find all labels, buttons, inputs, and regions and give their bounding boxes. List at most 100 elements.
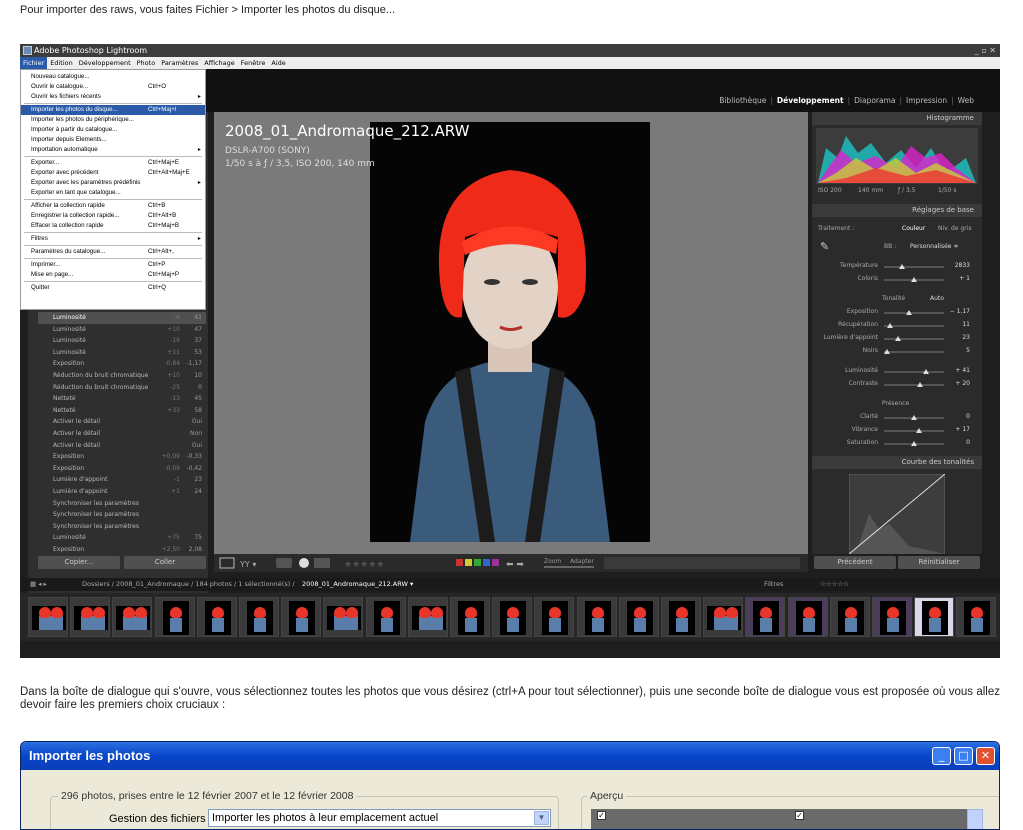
slider-track[interactable] (884, 384, 944, 386)
slider-knob[interactable] (917, 382, 923, 387)
basic-header[interactable]: Réglages de base (812, 204, 982, 217)
filmstrip-thumbnail[interactable] (28, 597, 68, 637)
menu-0[interactable]: Fichier (20, 57, 48, 69)
preview-checkbox[interactable]: ✓ (795, 811, 804, 820)
preview-checkbox[interactable]: ✓ (597, 811, 606, 820)
filmstrip-thumbnail[interactable] (239, 597, 279, 637)
module-4[interactable]: Web (954, 96, 978, 105)
history-item[interactable]: Luminosité +10 47 (38, 324, 206, 336)
filmstrip-thumbnail[interactable] (576, 597, 617, 637)
file-menu-item[interactable]: Quitter Ctrl+Q (21, 283, 205, 293)
grid-icon[interactable]: ▦ ◂ ▸ (30, 578, 47, 591)
filter-stars[interactable]: ☆☆☆☆☆ (820, 578, 849, 591)
module-3[interactable]: Impression (902, 96, 951, 105)
file-menu-item[interactable]: Mise en page... Ctrl+Maj+P (21, 270, 205, 280)
slider-knob[interactable] (923, 369, 929, 374)
filmstrip-thumbnail[interactable] (534, 597, 575, 637)
module-1[interactable]: Développement (773, 96, 848, 105)
history-item[interactable]: Luminosité +11 53 (38, 347, 206, 359)
filmstrip-thumbnail[interactable] (112, 597, 153, 637)
label-red[interactable] (456, 559, 463, 566)
menu-3[interactable]: Photo (134, 57, 159, 69)
menu-1[interactable]: Edition (47, 57, 76, 69)
filmstrip-thumbnail[interactable] (196, 597, 237, 637)
file-menu-item[interactable]: Exporter avec précédent Ctrl+Alt+Maj+E (21, 168, 205, 178)
history-item[interactable]: Luminosité -6 41 (38, 312, 206, 324)
module-0[interactable]: Bibliothèque (715, 96, 770, 105)
module-2[interactable]: Diaporama (850, 96, 899, 105)
history-item[interactable]: Netteté +33 58 (38, 405, 206, 417)
slider-knob[interactable] (911, 415, 917, 420)
filmstrip-thumbnail[interactable] (492, 597, 533, 637)
history-item[interactable]: Lumière d'appoint -1 23 (38, 474, 206, 486)
file-menu-item[interactable]: Exporter en tant que catalogue... (21, 188, 205, 198)
filmstrip-thumbnail[interactable] (618, 597, 659, 637)
history-item[interactable]: Exposition -0,09 -0,42 (38, 463, 206, 475)
zoom-slider[interactable] (544, 566, 594, 568)
file-menu-item[interactable]: Exporter avec les paramètres prédéfinis ▸ (21, 178, 205, 188)
slider-knob[interactable] (911, 441, 917, 446)
filmstrip-thumbnail[interactable] (829, 597, 870, 637)
history-item[interactable]: Exposition +0,09 -0,33 (38, 451, 206, 463)
history-item[interactable]: Exposition +2,50 2,08 (38, 544, 206, 556)
file-menu-item[interactable]: Importer les photos du périphérique... (21, 115, 205, 125)
label-yellow[interactable] (465, 559, 472, 566)
preview-scrollbar[interactable] (967, 809, 983, 829)
rating-stars[interactable]: ★★★★★ (344, 560, 384, 570)
slider-track[interactable] (884, 338, 944, 340)
file-menu-item[interactable]: Nouveau catalogue... (21, 72, 205, 82)
filmstrip-thumbnail[interactable] (365, 597, 406, 637)
slider-knob[interactable] (915, 428, 922, 433)
paste-button[interactable]: Coller (124, 556, 206, 569)
file-menu-item[interactable]: Importer à partir du catalogue... (21, 125, 205, 135)
crop-icon[interactable] (276, 558, 292, 568)
filmstrip-thumbnail[interactable] (70, 597, 111, 637)
file-menu-item[interactable]: Paramètres du catalogue... Ctrl+Alt+, (21, 247, 205, 257)
menu-6[interactable]: Fenêtre (238, 57, 269, 69)
slider-knob[interactable] (884, 349, 890, 354)
filmstrip-thumbnail[interactable] (450, 597, 490, 637)
filmstrip-thumbnail[interactable] (745, 597, 786, 637)
slider-track[interactable] (884, 371, 944, 373)
menu-5[interactable]: Affichage (201, 57, 238, 69)
file-menu-item[interactable]: Ouvrir les fichiers récents ▸ (21, 92, 205, 102)
bw-option[interactable]: Niv. de gris (938, 225, 972, 232)
maximize-icon[interactable]: □ (954, 747, 973, 765)
history-item[interactable]: Exposition -0,84 -1,17 (38, 358, 206, 370)
reset-button[interactable]: Réinitialiser (898, 556, 980, 569)
slider-track[interactable] (884, 312, 944, 314)
filmstrip-thumbnail[interactable] (407, 597, 448, 637)
eyedropper-icon[interactable]: ✎ (820, 240, 829, 253)
file-menu-item[interactable]: Importer les photos du disque... Ctrl+Maj… (21, 105, 205, 115)
file-menu-item[interactable]: Imprimer... Ctrl+P (21, 260, 205, 270)
previous-button[interactable]: Précédent (814, 556, 896, 569)
history-item[interactable]: Lumière d'appoint +1 24 (38, 486, 206, 498)
file-menu-item[interactable]: Importer depuis Elements... (21, 135, 205, 145)
filmstrip-thumbnail[interactable] (914, 597, 955, 637)
histogram-header[interactable]: Histogramme (812, 112, 982, 125)
menu-2[interactable]: Développement (76, 57, 134, 69)
slider-knob[interactable] (894, 336, 901, 341)
label-green[interactable] (474, 559, 481, 566)
filmstrip-thumbnail[interactable] (323, 597, 364, 637)
loupe-view-icon[interactable] (219, 557, 235, 569)
menu-7[interactable]: Aide (268, 57, 288, 69)
filmstrip-thumbnail[interactable] (956, 597, 997, 637)
toolbar-field[interactable] (604, 557, 800, 569)
slider-knob[interactable] (887, 323, 893, 328)
filmstrip-thumbnail[interactable] (281, 597, 322, 637)
tone-curve-graph[interactable] (849, 474, 945, 554)
file-menu-item[interactable]: Effacer la collection rapide Ctrl+Maj+B (21, 221, 205, 231)
file-menu-item[interactable]: Importation automatique ▸ (21, 145, 205, 155)
history-item[interactable]: Luminosité +75 75 (38, 532, 206, 544)
file-menu-item[interactable]: Afficher la collection rapide Ctrl+B (21, 201, 205, 211)
menu-4[interactable]: Paramètres (158, 57, 201, 69)
slider-track[interactable] (884, 266, 944, 268)
filmstrip-thumbnail[interactable] (154, 597, 195, 637)
history-item[interactable]: Synchroniser les paramètres (38, 498, 206, 510)
window-controls[interactable]: _ ▫ ✕ (975, 44, 996, 57)
close-icon[interactable]: ✕ (976, 747, 995, 765)
file-menu-item[interactable]: Ouvrir le catalogue... Ctrl+O (21, 82, 205, 92)
filmstrip-thumbnail[interactable] (787, 597, 828, 637)
history-item[interactable]: Luminosité -16 37 (38, 335, 206, 347)
